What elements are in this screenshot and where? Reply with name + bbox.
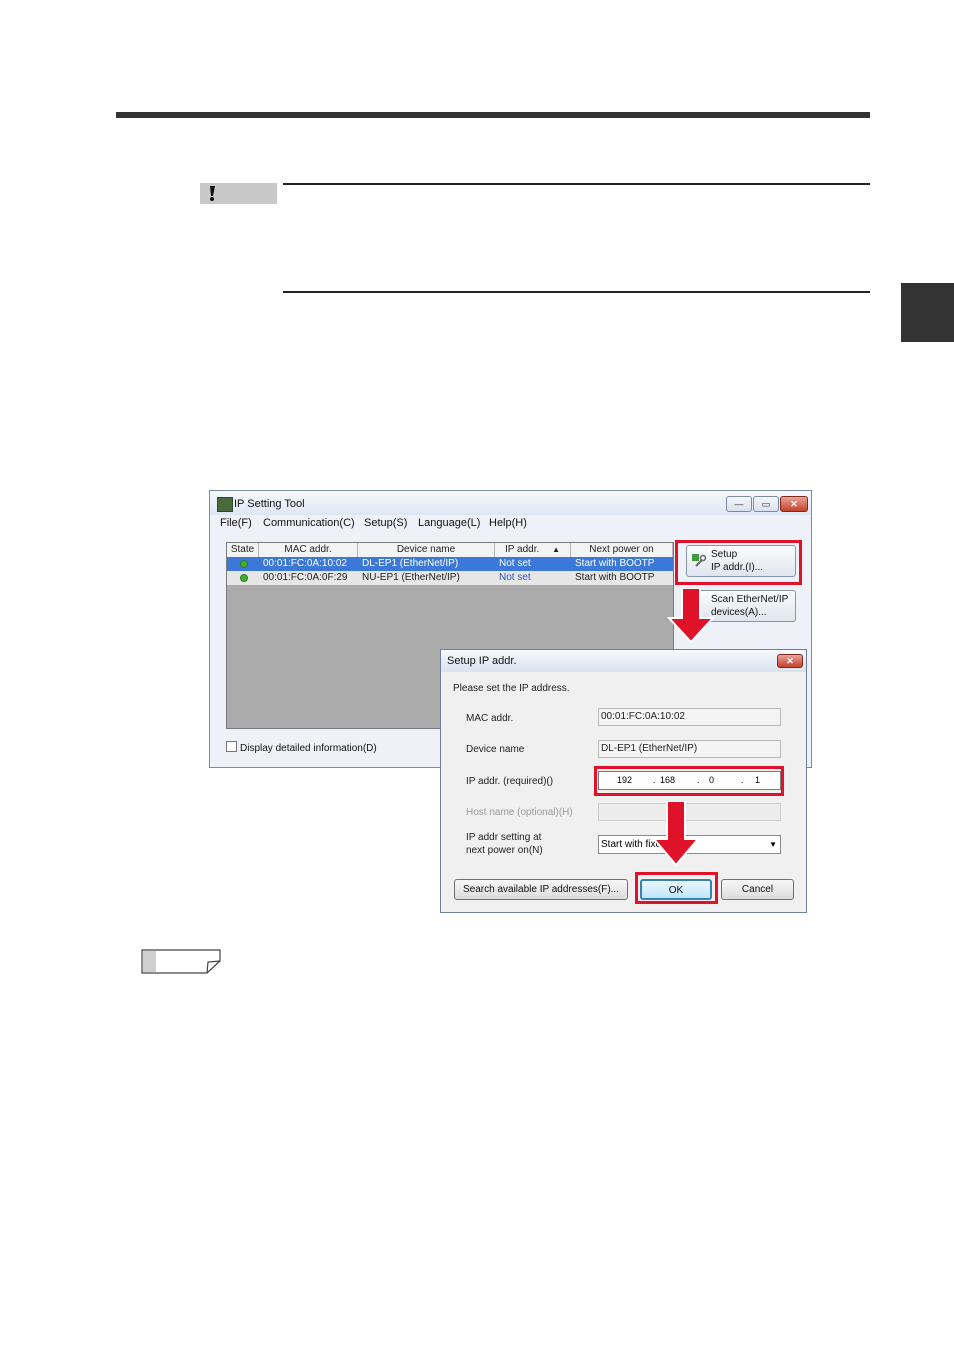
col-next[interactable]: Next power on bbox=[571, 543, 673, 557]
col-state[interactable]: State bbox=[227, 543, 259, 557]
scan-label-2: devices(A)... bbox=[711, 607, 767, 618]
table-row[interactable]: 00:01:FC:0A:10:02 DL-EP1 (EtherNet/IP) N… bbox=[227, 557, 673, 571]
status-ok-icon bbox=[240, 574, 248, 582]
row-ip: Not set bbox=[499, 572, 531, 583]
status-ok-icon bbox=[240, 560, 248, 568]
detail-checkbox[interactable]: Display detailed information(D) bbox=[226, 741, 377, 754]
menu-language[interactable]: Language(L) bbox=[418, 517, 480, 529]
section-header-bar bbox=[116, 112, 870, 118]
sort-up-icon: ▲ bbox=[552, 545, 560, 554]
menu-file[interactable]: File(F) bbox=[220, 517, 252, 529]
window-title-bar[interactable]: IP Setting Tool — ▭ ✕ bbox=[210, 491, 811, 515]
caution-badge bbox=[200, 183, 277, 204]
search-ip-button[interactable]: Search available IP addresses(F)... bbox=[454, 879, 628, 900]
scan-label-1: Scan EtherNet/IP bbox=[711, 594, 789, 605]
ip-highlight bbox=[594, 766, 784, 796]
arrow-down-icon bbox=[667, 588, 715, 644]
device-field: DL-EP1 (EtherNet/IP) bbox=[598, 740, 781, 758]
arrow-down-icon bbox=[652, 801, 700, 867]
col-mac[interactable]: MAC addr. bbox=[259, 543, 358, 557]
chapter-tab bbox=[901, 283, 954, 342]
mac-label: MAC addr. bbox=[466, 713, 514, 724]
ok-highlight bbox=[635, 872, 718, 904]
menu-setup[interactable]: Setup(S) bbox=[364, 517, 407, 529]
detail-checkbox-label: Display detailed information(D) bbox=[240, 743, 377, 754]
mac-field: 00:01:FC:0A:10:02 bbox=[598, 708, 781, 726]
caution-bottom-rule bbox=[283, 291, 870, 293]
menu-communication[interactable]: Communication(C) bbox=[263, 517, 355, 529]
setup-highlight bbox=[675, 540, 802, 585]
next-power-label-1: IP addr setting at bbox=[466, 832, 542, 843]
col-ip-label: IP addr. bbox=[505, 544, 540, 555]
col-ip[interactable]: IP addr. ▲ bbox=[495, 543, 571, 557]
cancel-button[interactable]: Cancel bbox=[721, 879, 794, 900]
row-ip: Not set bbox=[499, 558, 531, 569]
app-icon bbox=[217, 497, 233, 512]
ip-label: IP addr. (required)() bbox=[466, 776, 554, 787]
row-next: Start with BOOTP bbox=[575, 558, 655, 569]
col-device[interactable]: Device name bbox=[358, 543, 495, 557]
dialog-prompt: Please set the IP address. bbox=[453, 683, 570, 694]
menu-help[interactable]: Help(H) bbox=[489, 517, 527, 529]
checkbox-box[interactable] bbox=[226, 741, 237, 752]
dialog-title-bar[interactable]: Setup IP addr. ✕ bbox=[441, 650, 806, 672]
device-list-header: State MAC addr. Device name IP addr. ▲ N… bbox=[227, 543, 673, 558]
row-device: NU-EP1 (EtherNet/IP) bbox=[362, 572, 460, 583]
chevron-down-icon: ▼ bbox=[769, 840, 777, 849]
dialog-close-button[interactable]: ✕ bbox=[777, 654, 803, 668]
minimize-button[interactable]: — bbox=[726, 496, 752, 512]
row-mac: 00:01:FC:0A:0F:29 bbox=[263, 572, 348, 583]
menu-bar: File(F) Communication(C) Setup(S) Langua… bbox=[210, 515, 811, 531]
table-row[interactable]: 00:01:FC:0A:0F:29 NU-EP1 (EtherNet/IP) N… bbox=[227, 571, 673, 585]
dialog-title: Setup IP addr. bbox=[447, 655, 517, 667]
close-button[interactable]: ✕ bbox=[780, 496, 808, 512]
note-icon bbox=[141, 949, 221, 974]
row-mac: 00:01:FC:0A:10:02 bbox=[263, 558, 347, 569]
window-title: IP Setting Tool bbox=[234, 498, 305, 510]
row-next: Start with BOOTP bbox=[575, 572, 655, 583]
row-device: DL-EP1 (EtherNet/IP) bbox=[362, 558, 459, 569]
device-label: Device name bbox=[466, 744, 525, 755]
maximize-button[interactable]: ▭ bbox=[753, 496, 779, 512]
host-label: Host name (optional)(H) bbox=[466, 807, 573, 818]
exclamation-icon bbox=[210, 186, 215, 201]
caution-top-rule bbox=[283, 183, 870, 185]
next-power-label-2: next power on(N) bbox=[466, 845, 543, 856]
